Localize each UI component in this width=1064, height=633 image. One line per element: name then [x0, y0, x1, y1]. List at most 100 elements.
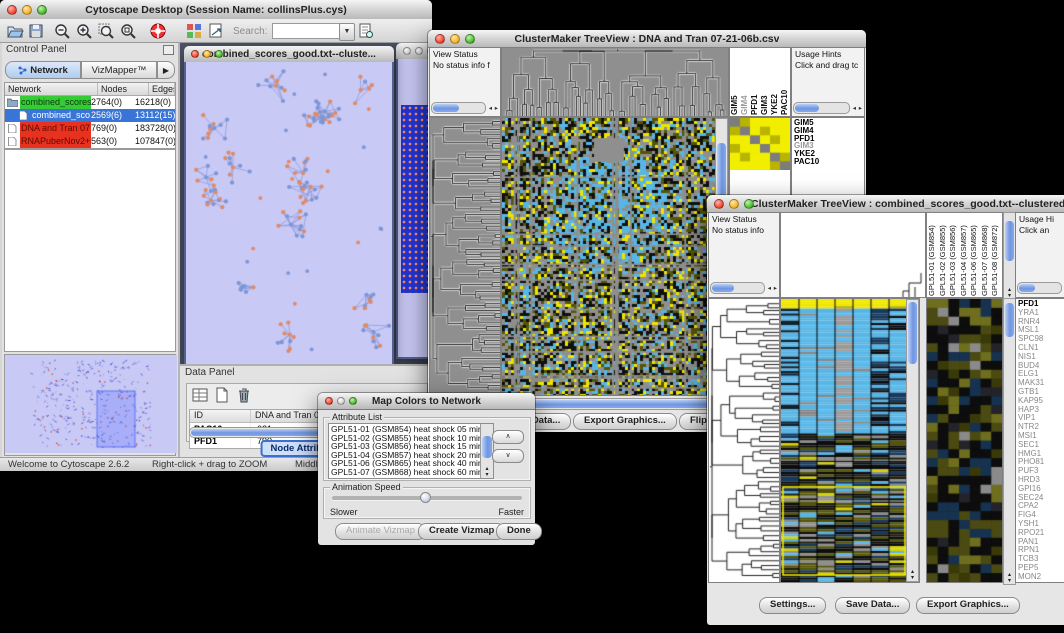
- tab-vizmapper[interactable]: VizMapper™: [81, 61, 157, 79]
- export-graphics-button[interactable]: Export Graphics...: [916, 597, 1020, 614]
- delete-attribute-icon[interactable]: [235, 386, 253, 404]
- data-panel-title: Data Panel: [180, 366, 432, 382]
- attribute-list-label: Attribute List: [330, 412, 384, 422]
- tv2-titlebar[interactable]: ClusterMaker TreeView : combined_scores_…: [707, 195, 1064, 213]
- move-down-button[interactable]: ∨: [492, 449, 524, 463]
- close-button[interactable]: [7, 5, 17, 15]
- tv1-column-dendrogram[interactable]: [501, 47, 729, 117]
- tv1-titlebar[interactable]: ClusterMaker TreeView : DNA and Tran 07-…: [428, 30, 866, 48]
- tab-network[interactable]: Network: [5, 61, 81, 79]
- select-attributes-icon[interactable]: [191, 386, 209, 404]
- scroll-left-arrow[interactable]: ◂: [853, 104, 856, 114]
- tv2-heatmap[interactable]: ▴▾: [780, 298, 920, 583]
- search-dropdown-button[interactable]: ▼: [339, 23, 355, 41]
- tv2-heatmap-vscrollbar[interactable]: ▴▾: [906, 299, 919, 582]
- zoom-button[interactable]: [215, 50, 223, 58]
- minimize-button[interactable]: [203, 50, 211, 58]
- column-label: GPL51-08 (GSM872): [991, 214, 1002, 296]
- tv1-column-labels[interactable]: GIM5GIM4PFD1GIM3YKE2PAC10: [729, 47, 791, 117]
- tab-overflow-button[interactable]: ▶: [157, 61, 175, 79]
- scroll-right-arrow[interactable]: ▸: [859, 104, 862, 114]
- gene-label: MON2: [1018, 573, 1062, 582]
- attribute-browser-icon[interactable]: [357, 22, 375, 40]
- zoom-selected-icon[interactable]: [97, 22, 115, 40]
- tv1-row-dendrogram[interactable]: [429, 117, 501, 396]
- network-tree-empty-area[interactable]: [4, 149, 176, 352]
- tv1-status-scrollbar[interactable]: [431, 102, 486, 114]
- minimize-button[interactable]: [729, 199, 739, 209]
- animate-vizmap-button[interactable]: Animate Vizmap: [335, 523, 426, 540]
- zoom-in-icon[interactable]: [75, 22, 93, 40]
- tv2-gene-list[interactable]: PFD1YRA1RNR4MSL1SPC98CLN1NIS1BUD4ELG1MAK…: [1015, 298, 1064, 583]
- main-toolbar: Search: ▼: [0, 19, 432, 43]
- scroll-left-arrow[interactable]: ◂: [768, 284, 771, 294]
- tv2-column-dendrogram[interactable]: [780, 212, 926, 298]
- network-view-window-2[interactable]: [396, 43, 432, 359]
- export-graphics-button[interactable]: Export Graphics...: [573, 413, 677, 430]
- zoom-fit-icon[interactable]: [119, 22, 137, 40]
- network-table-row[interactable]: RNAPuberNov2+I 563(0) 107847(0): [5, 135, 175, 148]
- open-icon[interactable]: [6, 22, 24, 40]
- network-item-icon: [7, 98, 18, 107]
- tv2-hints-scrollbar[interactable]: [1017, 282, 1062, 294]
- network-canvas-1[interactable]: [184, 62, 394, 364]
- attribute-item[interactable]: GPL51-07 (GSM868) heat shock 60 min: [331, 468, 481, 477]
- network-table-header: Network Nodes Edges: [5, 83, 175, 96]
- attribute-listbox[interactable]: GPL51-01 (GSM854) heat shock 05 minGPL51…: [328, 423, 494, 479]
- tv1-heatmap[interactable]: ▴▾: [501, 117, 729, 396]
- network-view-window-1[interactable]: combined_scores_good.txt--cluste...: [184, 46, 394, 364]
- close-button[interactable]: [714, 199, 724, 209]
- float-panel-icon[interactable]: [163, 45, 174, 55]
- animation-speed-label: Animation Speed: [330, 482, 403, 492]
- scroll-left-arrow[interactable]: ◂: [489, 104, 492, 114]
- close-button[interactable]: [191, 50, 199, 58]
- tv1-title: ClusterMaker TreeView : DNA and Tran 07-…: [515, 33, 780, 45]
- minimize-button[interactable]: [337, 397, 345, 405]
- network-table-row[interactable]: combined_sco 2569(6) 13112(15): [5, 109, 175, 122]
- search-label: Search:: [233, 26, 267, 37]
- tv2-column-labels[interactable]: GPL51-01 (GSM854)GPL51-02 (GSM855)GPL51-…: [926, 212, 1003, 298]
- zoom-out-icon[interactable]: [53, 22, 71, 40]
- minimize-button[interactable]: [22, 5, 32, 15]
- tv2-status-scrollbar[interactable]: [710, 282, 765, 294]
- minimize-button[interactable]: [450, 34, 460, 44]
- tv2-row-dendrogram[interactable]: [708, 298, 780, 583]
- create-vizmap-button[interactable]: Create Vizmap: [418, 523, 505, 540]
- vizmapper-icon[interactable]: [185, 22, 203, 40]
- search-input[interactable]: [272, 23, 344, 39]
- minimize-button[interactable]: [415, 47, 423, 55]
- zoom-button[interactable]: [465, 34, 475, 44]
- column-label: GPL51-03 (GSM856): [949, 214, 960, 296]
- column-label: GIM4: [741, 49, 751, 115]
- speed-slider-thumb[interactable]: [420, 492, 431, 503]
- column-label: GPL51-06 (GSM865): [970, 214, 981, 296]
- tv2-sub-heatmap[interactable]: [926, 298, 1003, 583]
- animation-speed-group: Animation Speed Slower Faster: [323, 487, 531, 519]
- browser-icon[interactable]: [207, 22, 225, 40]
- save-data-button[interactable]: Save Data...: [835, 597, 910, 614]
- close-button[interactable]: [325, 397, 333, 405]
- close-button[interactable]: [403, 47, 411, 55]
- done-button[interactable]: Done: [496, 523, 542, 540]
- save-icon[interactable]: [27, 22, 45, 40]
- tv2-usage-hints: Usage Hi Click an: [1015, 212, 1064, 298]
- network-table-row[interactable]: combined_scores 2764(0) 16218(0): [5, 96, 175, 109]
- column-label: GIM3: [761, 49, 771, 115]
- settings-button[interactable]: Settings...: [759, 597, 826, 614]
- zoom-button[interactable]: [744, 199, 754, 209]
- zoom-button[interactable]: [37, 5, 47, 15]
- main-titlebar[interactable]: Cytoscape Desktop (Session Name: collins…: [0, 0, 432, 20]
- attribute-list-scrollbar[interactable]: ▴▾: [480, 424, 493, 478]
- dialog-titlebar[interactable]: Map Colors to Network: [318, 393, 535, 410]
- tv1-hints-scrollbar[interactable]: [793, 102, 850, 114]
- new-attribute-icon[interactable]: [213, 386, 231, 404]
- scroll-right-arrow[interactable]: ▸: [774, 284, 777, 294]
- help-icon[interactable]: [149, 22, 167, 40]
- scroll-right-arrow[interactable]: ▸: [495, 104, 498, 114]
- network-overview-panel[interactable]: [4, 354, 176, 456]
- move-up-button[interactable]: ∧: [492, 430, 524, 444]
- network-table-row[interactable]: DNA and Tran 07 769(0) 183728(0): [5, 122, 175, 135]
- close-button[interactable]: [435, 34, 445, 44]
- network-canvas-2[interactable]: [396, 59, 432, 359]
- zoom-button[interactable]: [349, 397, 357, 405]
